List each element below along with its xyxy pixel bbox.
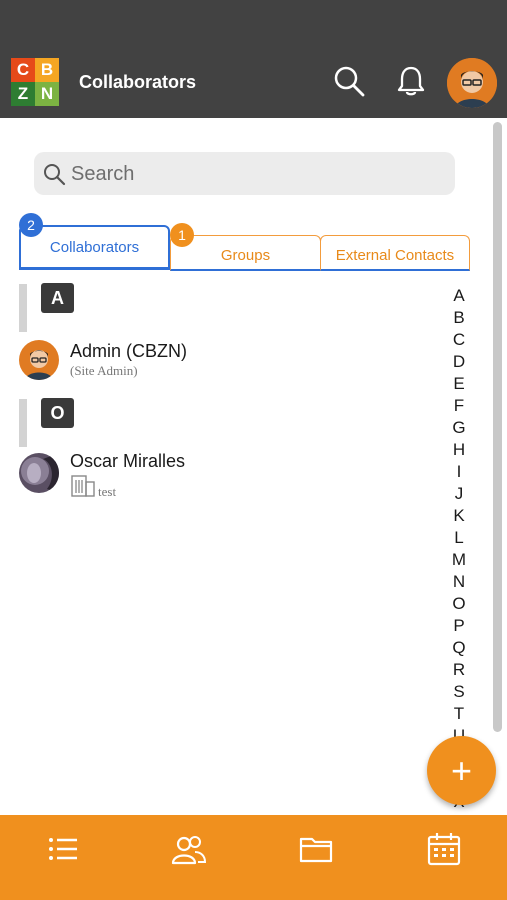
avatar <box>19 340 59 380</box>
collaborators-count-badge: 2 <box>19 213 43 237</box>
alpha-letter[interactable]: B <box>443 307 475 329</box>
calendar-icon[interactable] <box>426 831 462 867</box>
alpha-letter[interactable]: E <box>443 373 475 395</box>
contact-role: (Site Admin) <box>70 363 138 378</box>
contact-company: test <box>98 484 117 499</box>
alpha-letter[interactable]: H <box>443 439 475 461</box>
alpha-letter[interactable]: N <box>443 571 475 593</box>
list-icon[interactable] <box>45 831 81 867</box>
user-avatar[interactable] <box>447 58 497 108</box>
alpha-letter[interactable]: F <box>443 395 475 417</box>
bottom-nav <box>0 815 507 900</box>
alpha-letter[interactable]: L <box>443 527 475 549</box>
building-icon <box>71 475 95 497</box>
alpha-letter[interactable]: K <box>443 505 475 527</box>
app-header: C B Z N Collaborators <box>0 48 507 118</box>
status-bar <box>0 0 507 48</box>
logo-letter: C <box>11 58 35 82</box>
folder-icon[interactable] <box>299 831 335 867</box>
cbzn-logo[interactable]: C B Z N <box>11 58 59 106</box>
search-icon[interactable] <box>332 64 366 98</box>
tab-collaborators[interactable]: Collaborators <box>19 225 170 270</box>
alpha-letter[interactable]: G <box>443 417 475 439</box>
tab-external-label: External Contacts <box>335 247 455 264</box>
tab-external-contacts[interactable]: External Contacts <box>320 235 470 271</box>
alpha-letter[interactable]: I <box>443 461 475 483</box>
section-divider <box>19 399 27 447</box>
alpha-letter[interactable]: S <box>443 681 475 703</box>
alpha-letter[interactable]: C <box>443 329 475 351</box>
logo-letter: N <box>35 82 59 106</box>
add-collaborator-button[interactable]: + <box>427 736 496 805</box>
alpha-letter[interactable]: J <box>443 483 475 505</box>
avatar <box>19 453 59 493</box>
groups-count-badge: 1 <box>170 223 194 247</box>
collaborators-content: Search Collaborators Groups External Con… <box>0 118 507 815</box>
logo-letter: B <box>35 58 59 82</box>
contact-name: Admin (CBZN) <box>70 341 188 361</box>
tab-groups-label: Groups <box>220 247 271 264</box>
search-icon <box>44 164 66 186</box>
contact-name: Oscar Miralles <box>70 451 186 471</box>
alpha-letter[interactable]: A <box>443 285 475 307</box>
alpha-letter[interactable]: M <box>443 549 475 571</box>
alpha-letter[interactable]: D <box>443 351 475 373</box>
search-input[interactable]: Search <box>34 152 455 195</box>
alpha-letter[interactable]: Q <box>443 637 475 659</box>
search-placeholder: Search <box>71 163 135 185</box>
page-title: Collaborators <box>79 72 197 92</box>
alpha-letter[interactable]: R <box>443 659 475 681</box>
section-letter-a: A <box>41 283 74 313</box>
alphabet-index[interactable]: A B C D E F G H I J K L M N O P Q R S T … <box>443 285 475 813</box>
logo-letter: Z <box>11 82 35 106</box>
section-divider <box>19 284 27 332</box>
people-icon[interactable] <box>171 831 207 867</box>
alpha-letter[interactable]: T <box>443 703 475 725</box>
scrollbar[interactable] <box>493 122 502 732</box>
bell-icon[interactable] <box>394 64 428 98</box>
alpha-letter[interactable]: O <box>443 593 475 615</box>
section-letter-o: O <box>41 398 74 428</box>
alpha-letter[interactable]: P <box>443 615 475 637</box>
